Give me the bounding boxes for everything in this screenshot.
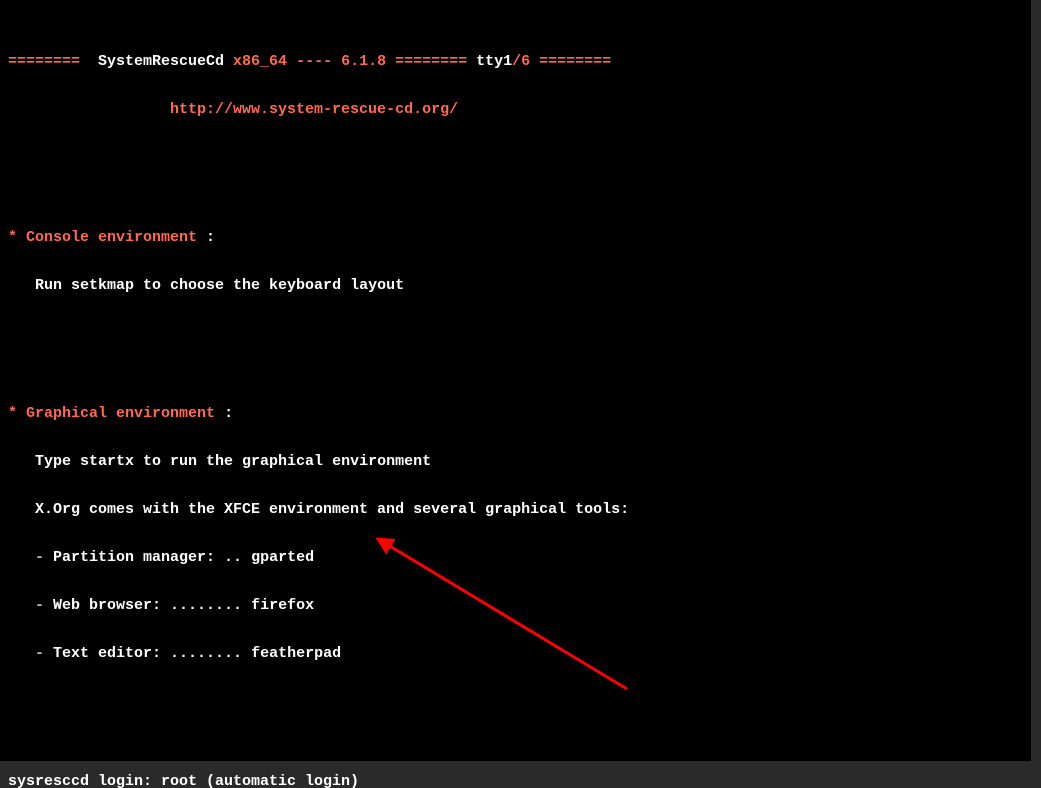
tool-text-editor: - Text editor: ........ featherpad (8, 646, 1023, 662)
login-line: sysresccd login: root (automatic login) (8, 774, 1023, 788)
tool-name: featherpad (251, 645, 341, 662)
console-env-title: Console environment (17, 229, 206, 246)
graphical-env-header: * Graphical environment : (8, 406, 1023, 422)
banner-line-1: ======== SystemRescueCd x86_64 ---- 6.1.… (8, 54, 1023, 70)
tool-partition-manager: - Partition manager: .. gparted (8, 550, 1023, 566)
bullet-star: * (8, 405, 17, 422)
banner-rule3: ======== (539, 53, 611, 70)
tool-name: firefox (251, 597, 314, 614)
banner-product: SystemRescueCd (98, 53, 224, 70)
dash: - (8, 549, 53, 566)
dash: - (8, 597, 53, 614)
bullet-star: * (8, 229, 17, 246)
cmd-setkmap: setkmap (71, 277, 134, 294)
banner-tty: tty1 (467, 53, 512, 70)
graphical-env-xorg: X.Org comes with the XFCE environment an… (8, 502, 1023, 518)
graphical-env-startx: Type startx to run the graphical environ… (8, 454, 1023, 470)
banner-ttytotal: /6 (512, 53, 539, 70)
blank-line (8, 166, 1023, 182)
tool-label: Text editor: ........ (53, 645, 251, 662)
graphical-env-title: Graphical environment (17, 405, 224, 422)
colon: : (206, 229, 215, 246)
console-env-header: * Console environment : (8, 230, 1023, 246)
dash: - (8, 645, 53, 662)
banner-rule2: ======== (395, 53, 467, 70)
banner-dash: ---- (296, 53, 332, 70)
tool-web-browser: - Web browser: ........ firefox (8, 598, 1023, 614)
tool-name: gparted (251, 549, 314, 566)
blank-line (8, 710, 1023, 726)
banner-arch: x86_64 (224, 53, 296, 70)
cmd-startx: startx (80, 453, 134, 470)
tool-label: Partition manager: .. (53, 549, 251, 566)
banner-rule: ======== (8, 53, 98, 70)
type-post: to run the graphical environment (134, 453, 431, 470)
run-post: to choose the keyboard layout (134, 277, 404, 294)
colon: : (224, 405, 233, 422)
blank-line (8, 342, 1023, 358)
type-pre: Type (8, 453, 80, 470)
terminal-window[interactable]: ======== SystemRescueCd x86_64 ---- 6.1.… (0, 0, 1031, 761)
run-pre: Run (8, 277, 71, 294)
tool-label: Web browser: ........ (53, 597, 251, 614)
banner-url: http://www.system-rescue-cd.org/ (8, 102, 1023, 118)
console-env-setkmap: Run setkmap to choose the keyboard layou… (8, 278, 1023, 294)
banner-version: 6.1.8 (332, 53, 395, 70)
